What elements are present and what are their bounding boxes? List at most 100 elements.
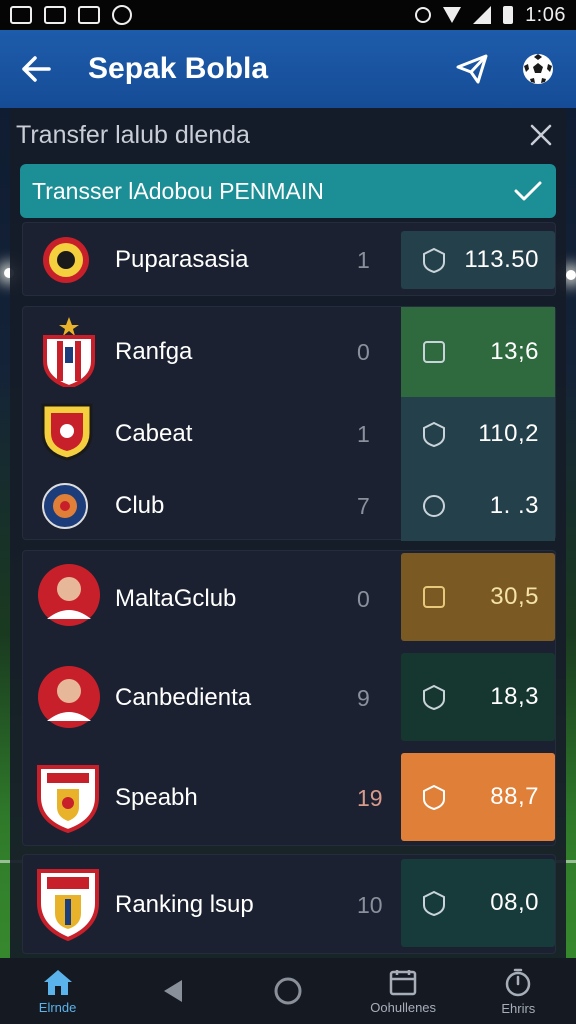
odds-button[interactable]: 110,2	[401, 397, 555, 471]
club-crest-icon	[43, 237, 89, 283]
transfer-banner[interactable]: Transser lAdobou PENMAIN	[20, 164, 556, 218]
alarm-icon	[415, 7, 432, 23]
shield-icon	[423, 421, 445, 447]
odds-button[interactable]: 88,7	[401, 753, 555, 841]
page-title: Sepak Bobla	[88, 52, 269, 85]
soccer-ball-icon	[523, 54, 553, 84]
panel-header: Transfer lalub dlenda	[10, 108, 566, 162]
club-group-2: Ranfga 0 13;6 Cabeat 1 110,2 Club 7 1. .…	[22, 306, 556, 541]
paper-plane-icon	[456, 54, 488, 84]
odds-value: 88,7	[490, 783, 539, 810]
nav-timer[interactable]: Ehrirs	[468, 958, 568, 1024]
club-rank: 9	[357, 684, 370, 711]
bottom-nav: Elrnde Oohullenes Ehrirs	[0, 958, 576, 1024]
battery-icon	[503, 6, 514, 24]
club-group-3: MaltaGclub 0 30,5 Canbedienta 9 18,3 Spe…	[22, 550, 556, 846]
stopwatch-icon	[506, 968, 531, 996]
odds-value: 13;6	[490, 338, 539, 365]
home-circle-icon	[274, 977, 302, 1005]
club-row[interactable]: Canbedienta 9 18,3	[23, 651, 555, 745]
close-button[interactable]	[526, 120, 556, 150]
odds-button[interactable]: 1. .3	[401, 471, 555, 541]
shield-icon	[423, 890, 445, 916]
nav-home-circle[interactable]	[238, 958, 338, 1024]
club-crest-icon	[37, 869, 99, 941]
wifi-icon	[443, 7, 462, 23]
nav-schedules[interactable]: Oohullenes	[353, 958, 453, 1024]
nav-label: Oohullenes	[370, 999, 437, 1015]
banner-label: Transser lAdobou PENMAIN	[32, 177, 324, 204]
shield-icon	[423, 247, 445, 273]
club-row[interactable]: MaltaGclub 0 30,5	[23, 551, 555, 647]
pet-icon	[44, 6, 66, 24]
nav-back[interactable]	[123, 958, 223, 1024]
circle-icon	[423, 495, 445, 517]
shield-icon	[423, 684, 445, 710]
club-rank: 10	[357, 891, 383, 918]
club-crest-icon	[42, 483, 88, 529]
stadium-light	[566, 270, 576, 280]
club-crest-icon	[41, 403, 93, 461]
football-button[interactable]	[518, 49, 558, 89]
arrow-left-icon	[22, 56, 51, 82]
club-name: Club	[115, 492, 165, 519]
club-crest-icon	[43, 317, 95, 387]
check-circle-icon	[112, 5, 132, 25]
club-crest-icon	[37, 765, 99, 833]
shield-icon	[423, 784, 445, 810]
back-button[interactable]	[18, 51, 54, 87]
transfer-panel: Transfer lalub dlenda Transser lAdobou P…	[10, 108, 566, 958]
club-rank: 19	[357, 784, 383, 811]
send-button[interactable]	[452, 49, 492, 89]
club-name: Canbedienta	[115, 684, 252, 711]
nav-home[interactable]: Elrnde	[8, 958, 108, 1024]
odds-value: 08,0	[490, 889, 539, 916]
club-name: Speabh	[115, 784, 198, 811]
badge-icon	[423, 586, 445, 608]
back-triangle-icon	[163, 980, 182, 1002]
club-row[interactable]: Club 7 1. .3	[23, 471, 555, 541]
club-row[interactable]: Cabeat 1 110,2	[23, 397, 555, 471]
club-name: MaltaGclub	[115, 585, 237, 612]
player-avatar-icon	[38, 666, 100, 728]
odds-button[interactable]: 18,3	[401, 653, 555, 741]
status-bar: 1:06	[0, 0, 576, 30]
badge-icon	[423, 341, 445, 363]
mail-icon	[78, 6, 100, 24]
odds-value: 18,3	[490, 683, 539, 710]
close-icon	[530, 124, 552, 146]
club-rank: 0	[357, 338, 370, 365]
club-rank: 1	[357, 246, 370, 273]
calendar-icon	[389, 969, 417, 995]
odds-value: 113.50	[464, 246, 539, 273]
club-name: Cabeat	[115, 420, 193, 447]
club-row[interactable]: Ranking lsup 10 08,0	[23, 855, 555, 955]
nav-label: Elrnde	[38, 999, 77, 1015]
odds-button[interactable]: 113.50	[401, 231, 555, 289]
player-avatar-icon	[38, 564, 100, 626]
signal-icon	[473, 6, 492, 24]
nav-label: Ehrirs	[501, 1000, 536, 1016]
home-icon	[43, 969, 72, 995]
club-row[interactable]: Puparasasia 1 113.50	[23, 223, 555, 297]
club-rank: 7	[357, 492, 370, 519]
odds-button[interactable]: 30,5	[401, 553, 555, 641]
status-time: 1:06	[525, 3, 566, 26]
odds-value: 30,5	[490, 583, 539, 610]
club-group-4: Ranking lsup 10 08,0	[22, 854, 556, 954]
club-name: Puparasasia	[115, 246, 249, 273]
club-name: Ranking lsup	[115, 891, 254, 918]
panel-title: Transfer lalub dlenda	[16, 120, 250, 149]
checkmark-icon	[514, 181, 542, 201]
odds-value: 110,2	[478, 420, 539, 447]
club-group-1: Puparasasia 1 113.50	[22, 222, 556, 296]
club-rank: 1	[357, 420, 370, 447]
club-rank: 0	[357, 585, 370, 612]
odds-button[interactable]: 13;6	[401, 307, 555, 397]
odds-value: 1. .3	[489, 492, 539, 519]
odds-button[interactable]: 08,0	[401, 859, 555, 947]
club-row[interactable]: Ranfga 0 13;6	[23, 307, 555, 397]
image-icon	[10, 6, 32, 24]
club-row[interactable]: Speabh 19 88,7	[23, 749, 555, 847]
app-bar: Sepak Bobla	[0, 30, 576, 108]
